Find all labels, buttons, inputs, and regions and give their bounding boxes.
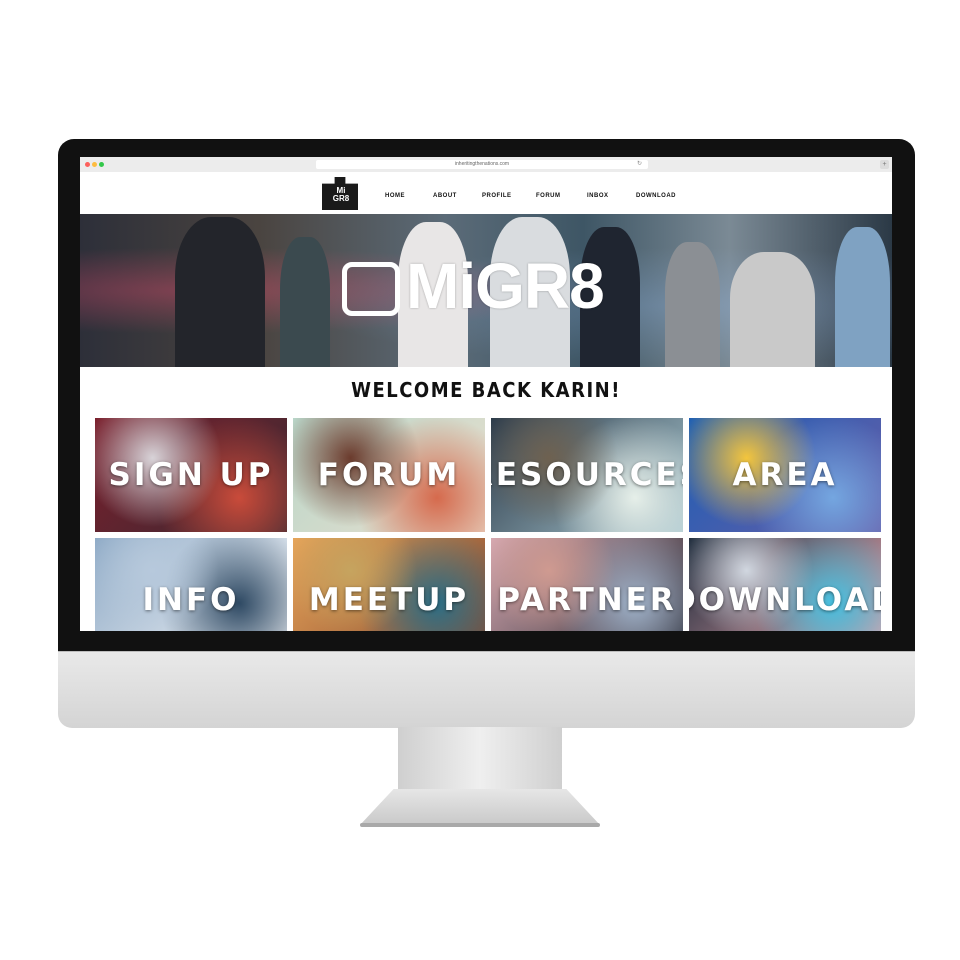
monitor-stand-foot	[360, 789, 600, 825]
stand-shadow	[360, 823, 600, 827]
tile-label: INFO	[142, 581, 240, 618]
welcome-heading: WELCOME BACK KARIN!	[351, 378, 621, 402]
hero-banner: MiGR8	[80, 214, 892, 367]
nav-home[interactable]: HOME	[385, 193, 405, 199]
nav-forum[interactable]: FORUM	[536, 193, 561, 199]
nav-profile[interactable]: PROFILE	[482, 193, 512, 199]
site-navbar: Mi GR8 HOME ABOUT PROFILE FORUM INBOX DO…	[80, 172, 892, 214]
tile-sign-up[interactable]: SIGN UP	[95, 418, 287, 532]
nav-about[interactable]: ABOUT	[433, 193, 457, 199]
reload-icon[interactable]: ↻	[637, 160, 642, 169]
crowd-silhouette	[175, 217, 265, 367]
monitor-stand-neck	[398, 727, 562, 789]
maximize-window-button[interactable]	[99, 162, 104, 167]
crowd-silhouette	[730, 252, 815, 367]
puzzle-logo-icon	[342, 262, 400, 316]
close-window-button[interactable]	[85, 162, 90, 167]
nav-download[interactable]: DOWNLOAD	[636, 193, 676, 199]
crowd-silhouette	[665, 242, 720, 367]
browser-toolbar: inheritingthenations.com ↻ +	[80, 157, 892, 173]
tile-label: MEETUP	[308, 581, 470, 618]
monitor-chin	[58, 651, 915, 728]
new-tab-button[interactable]: +	[880, 160, 889, 169]
tile-label: SIGN UP	[108, 457, 274, 493]
tile-label: PARTNER	[497, 581, 677, 618]
nav-inbox[interactable]: INBOX	[587, 193, 609, 199]
tile-forum[interactable]: FORUM	[293, 418, 485, 532]
address-bar[interactable]: inheritingthenations.com	[316, 160, 648, 169]
tile-area[interactable]: AREA	[689, 418, 881, 532]
tile-label: AREA	[732, 457, 838, 493]
crowd-silhouette	[835, 227, 890, 367]
tile-label: DOWNLOAD	[689, 581, 881, 618]
minimize-window-button[interactable]	[92, 162, 97, 167]
tile-download[interactable]: DOWNLOAD	[689, 538, 881, 631]
tile-label: RESOURCES	[491, 457, 683, 493]
tile-info[interactable]: INFO	[95, 538, 287, 631]
tile-resources[interactable]: RESOURCES	[491, 418, 683, 532]
monitor-screen: inheritingthenations.com ↻ + Mi GR8 HOME…	[80, 157, 892, 631]
tile-label: FORUM	[317, 457, 461, 493]
hero-title: MiGR8	[406, 250, 605, 322]
tile-meetup[interactable]: MEETUP	[293, 538, 485, 631]
crowd-silhouette	[280, 237, 330, 367]
tile-partner[interactable]: PARTNER	[491, 538, 683, 631]
site-logo-text: Mi GR8	[332, 186, 350, 203]
